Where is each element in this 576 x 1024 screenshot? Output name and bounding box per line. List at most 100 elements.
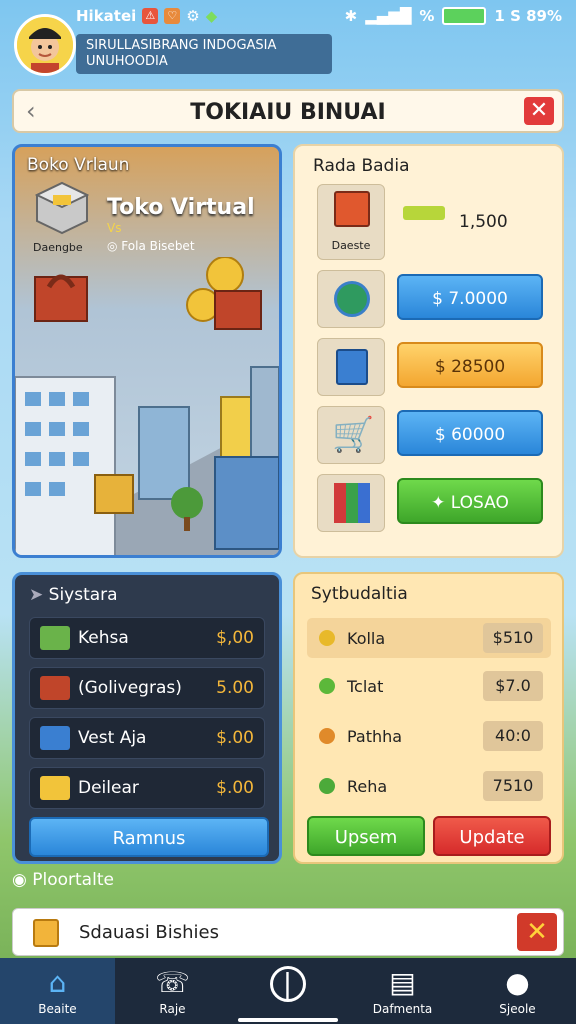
- info-icon: ◉: [12, 870, 33, 890]
- time-battery-text: 1 S 89%: [494, 7, 562, 25]
- stat-row-name: Reha: [347, 777, 388, 796]
- books-icon: [334, 483, 346, 523]
- shop-tile-books: [317, 474, 385, 532]
- carrier-label: Hikatei: [76, 7, 137, 25]
- store-subtitle-text: Fola Bisebet: [121, 239, 195, 253]
- shop-panel: Rada Badia Daeste 1,500 $ 7.0000 $ 28500…: [293, 144, 564, 558]
- nav-profile[interactable]: ● Sjeole: [460, 958, 575, 1024]
- stat-row-name: Pathha: [347, 727, 403, 746]
- profile-line-2: UNUHOODIA: [86, 54, 168, 69]
- crate-icon: [334, 191, 370, 227]
- system-panel: ➤ Siystara Kehsa $,00 (Golivegras) 5.00 …: [12, 572, 282, 864]
- stats-panel: Sytbudaltia Kolla $510 Tclat $7.0 Pathha…: [293, 572, 564, 864]
- nav-label: Beaite: [38, 1002, 77, 1016]
- coin-icon: [319, 630, 335, 646]
- stat-row-value: $7.0: [483, 671, 543, 701]
- power-icon: |: [269, 966, 306, 1002]
- shop-item-crate[interactable]: Daeste: [317, 184, 385, 260]
- nav-raje[interactable]: ☏ Raje: [115, 958, 230, 1024]
- bottom-nav: ⌂ Beaite ☏ Raje | ▤ Dafmenta ● Sjeole: [0, 958, 576, 1024]
- update-button[interactable]: Update: [433, 816, 551, 856]
- nav-label: Sjeole: [499, 1002, 536, 1016]
- shop-item-label: Daeste: [331, 239, 371, 252]
- buy-button-3[interactable]: $ 60000: [397, 410, 543, 456]
- system-row-value: 5.00: [216, 678, 254, 698]
- system-row-value: $.00: [216, 728, 254, 748]
- cart-icon: 🛒: [332, 415, 375, 455]
- stat-row-value: $510: [483, 623, 543, 653]
- stat-row: Kolla $510: [307, 618, 551, 658]
- close-icon[interactable]: ✕: [524, 97, 554, 125]
- signal-icon: ▂▄▆█: [365, 7, 412, 25]
- store-name: Toko Virtual: [107, 195, 255, 220]
- home-icon: ⌂: [48, 966, 67, 999]
- system-row-name: (Golivegras): [78, 678, 182, 698]
- home-indicator: [238, 1018, 338, 1022]
- buy-button-2[interactable]: $ 28500: [397, 342, 543, 388]
- store-subtitle: ◎ Fola Bisebet: [107, 239, 195, 253]
- buy-button-1[interactable]: $ 7.0000: [397, 274, 543, 320]
- coin-stack-icon: [403, 206, 445, 220]
- stat-row: Tclat $7.0: [307, 666, 551, 706]
- system-row[interactable]: Deilear $.00: [29, 767, 265, 809]
- stat-row-name: Kolla: [347, 629, 386, 648]
- coin-icon: [334, 281, 370, 317]
- status-bar: Hikatei ⚠ ♡ ⚙ ◆ ✱ ▂▄▆█ % 1 S 89%: [0, 0, 576, 30]
- system-panel-title: ➤ Siystara: [29, 585, 118, 605]
- ramnus-button[interactable]: Ramnus: [29, 817, 269, 857]
- upsem-button[interactable]: Upsem: [307, 816, 425, 856]
- map-icon: ▤: [389, 966, 416, 999]
- nav-label: Raje: [159, 1002, 186, 1016]
- nav-dafmenta[interactable]: ▤ Dafmenta: [345, 958, 460, 1024]
- page-title: TOKIAIU BINUAI: [190, 100, 386, 125]
- profile-banner: SIRULLASIBRANG INDOGASIA UNUHOODIA: [76, 34, 332, 74]
- city-illustration: [15, 257, 279, 555]
- user-icon: ●: [505, 966, 530, 999]
- stat-row-name: Tclat: [347, 677, 384, 696]
- herb-icon: [319, 778, 335, 794]
- system-row[interactable]: Vest Aja $.00: [29, 717, 265, 759]
- system-row[interactable]: (Golivegras) 5.00: [29, 667, 265, 709]
- crate-label: Daengbe: [33, 241, 83, 254]
- shop-tile-cart: 🛒: [317, 406, 385, 464]
- hint-text: ◉ Ploortalte: [12, 870, 114, 890]
- shop-tile-coin: [317, 270, 385, 328]
- arrow-icon: ➤: [29, 585, 49, 605]
- settings-icon: ⚙: [186, 7, 200, 25]
- system-row-value: $,00: [216, 628, 254, 648]
- wifi-icon: %: [419, 7, 435, 25]
- stat-row: Pathha 40:0: [307, 716, 551, 756]
- system-row[interactable]: Kehsa $,00: [29, 617, 265, 659]
- title-bar: ‹ TOKIAIU BINUAI ✕: [12, 89, 564, 133]
- crate-icon: [34, 181, 90, 239]
- cash-icon: [40, 626, 70, 650]
- system-row-value: $.00: [216, 778, 254, 798]
- shop-panel-title: Rada Badia: [313, 156, 410, 176]
- dismiss-icon[interactable]: ✕: [517, 913, 557, 951]
- notification-icon: [33, 919, 59, 947]
- battery-icon: [442, 7, 487, 25]
- hint-label: Ploortalte: [32, 870, 114, 890]
- profile-line-1: SIRULLASIBRANG INDOGASIA: [86, 38, 277, 53]
- system-row-name: Deilear: [78, 778, 139, 798]
- alert-icon: ⚠: [142, 8, 159, 24]
- notification-text: Sdauasi Bishies: [79, 922, 220, 943]
- gold-icon: [40, 776, 70, 800]
- clock-icon: ◎: [107, 239, 122, 253]
- chest-icon: [40, 676, 70, 700]
- stat-row-value: 7510: [483, 771, 543, 801]
- notification-bar[interactable]: Sdauasi Bishies ✕: [12, 908, 564, 956]
- nav-center[interactable]: |: [230, 958, 345, 1024]
- stat-row-value: 40:0: [483, 721, 543, 751]
- avatar[interactable]: [14, 14, 76, 76]
- buy-button-4[interactable]: ✦ LOSAO: [397, 478, 543, 524]
- system-title-text: Siystara: [48, 585, 118, 605]
- city-panel: Boko Vrlaun Daengbe Toko Virtual Vs ◎ Fo…: [12, 144, 282, 558]
- dice-icon: [336, 349, 368, 385]
- leaf-icon: [319, 678, 335, 694]
- system-row-name: Vest Aja: [78, 728, 147, 748]
- truck-icon: [40, 726, 70, 750]
- system-row-name: Kehsa: [78, 628, 129, 648]
- stats-panel-title: Sytbudaltia: [311, 584, 408, 604]
- nav-home[interactable]: ⌂ Beaite: [0, 958, 115, 1024]
